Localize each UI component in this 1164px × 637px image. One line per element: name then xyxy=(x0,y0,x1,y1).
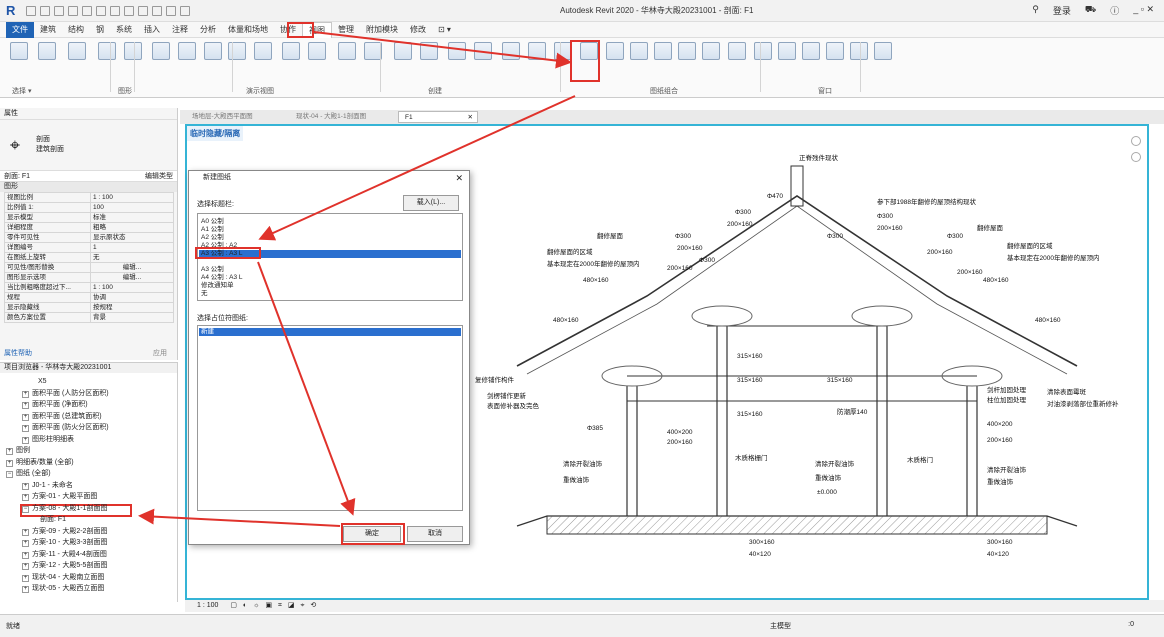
arrow-view-to-sheet xyxy=(313,31,572,69)
view-control-bar: 1 : 100 ▢ ◐ ☼ ▣ ⌗ ◪ ⌖ ⟲ xyxy=(185,600,1164,612)
selection-count: :0 xyxy=(1128,621,1134,628)
arrow-sheet-to-titleblock xyxy=(258,95,576,241)
annotation-arrows xyxy=(138,31,576,527)
status-bar: 就绪 主模型 :0 xyxy=(0,614,1164,637)
arrow-titleblock-to-ok xyxy=(257,261,356,516)
status-text: 就绪 xyxy=(6,623,20,630)
arrow-ok-to-browser xyxy=(138,508,341,527)
view-scale[interactable]: 1 : 100 xyxy=(197,602,218,609)
view-control-icons[interactable]: ▢ ◐ ☼ ▣ ⌗ ◪ ⌖ ⟲ xyxy=(230,602,318,609)
model-selector[interactable]: 主模型 xyxy=(770,621,791,631)
